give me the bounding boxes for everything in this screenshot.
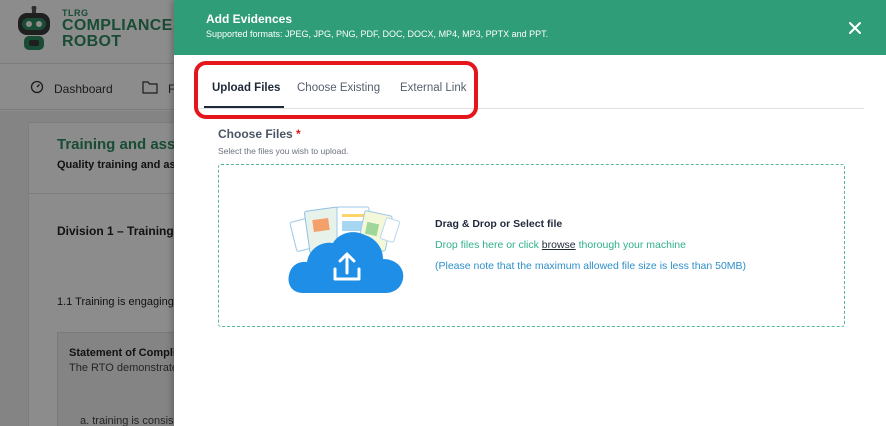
browse-link[interactable]: browse: [542, 239, 576, 251]
choose-files-label: Choose Files *: [218, 127, 301, 141]
file-dropzone[interactable]: Drag & Drop or Select file Drop files he…: [218, 164, 845, 327]
dropzone-instruction: Drop files here or click browse thorough…: [435, 239, 686, 251]
choose-files-hint: Select the files you wish to upload.: [218, 146, 349, 156]
drawer-title: Add Evidences: [206, 12, 293, 26]
close-icon: [849, 22, 861, 34]
upload-cloud-icon: [285, 205, 409, 297]
choose-files-text: Choose Files: [218, 127, 293, 141]
dropzone-instruction-pre: Drop files here or click: [435, 239, 542, 251]
close-button[interactable]: [844, 17, 866, 39]
file-size-note: (Please note that the maximum allowed fi…: [435, 260, 747, 272]
drawer-header: Add Evidences Supported formats: JPEG, J…: [174, 0, 886, 55]
dropzone-title: Drag & Drop or Select file: [435, 218, 563, 230]
required-mark: *: [296, 127, 301, 141]
dropzone-instruction-post: thorough your machine: [575, 239, 686, 251]
tabs-highlight-annotation: [194, 61, 478, 119]
supported-formats-text: Supported formats: JPEG, JPG, PNG, PDF, …: [206, 29, 549, 39]
add-evidences-drawer: Add Evidences Supported formats: JPEG, J…: [174, 0, 886, 426]
